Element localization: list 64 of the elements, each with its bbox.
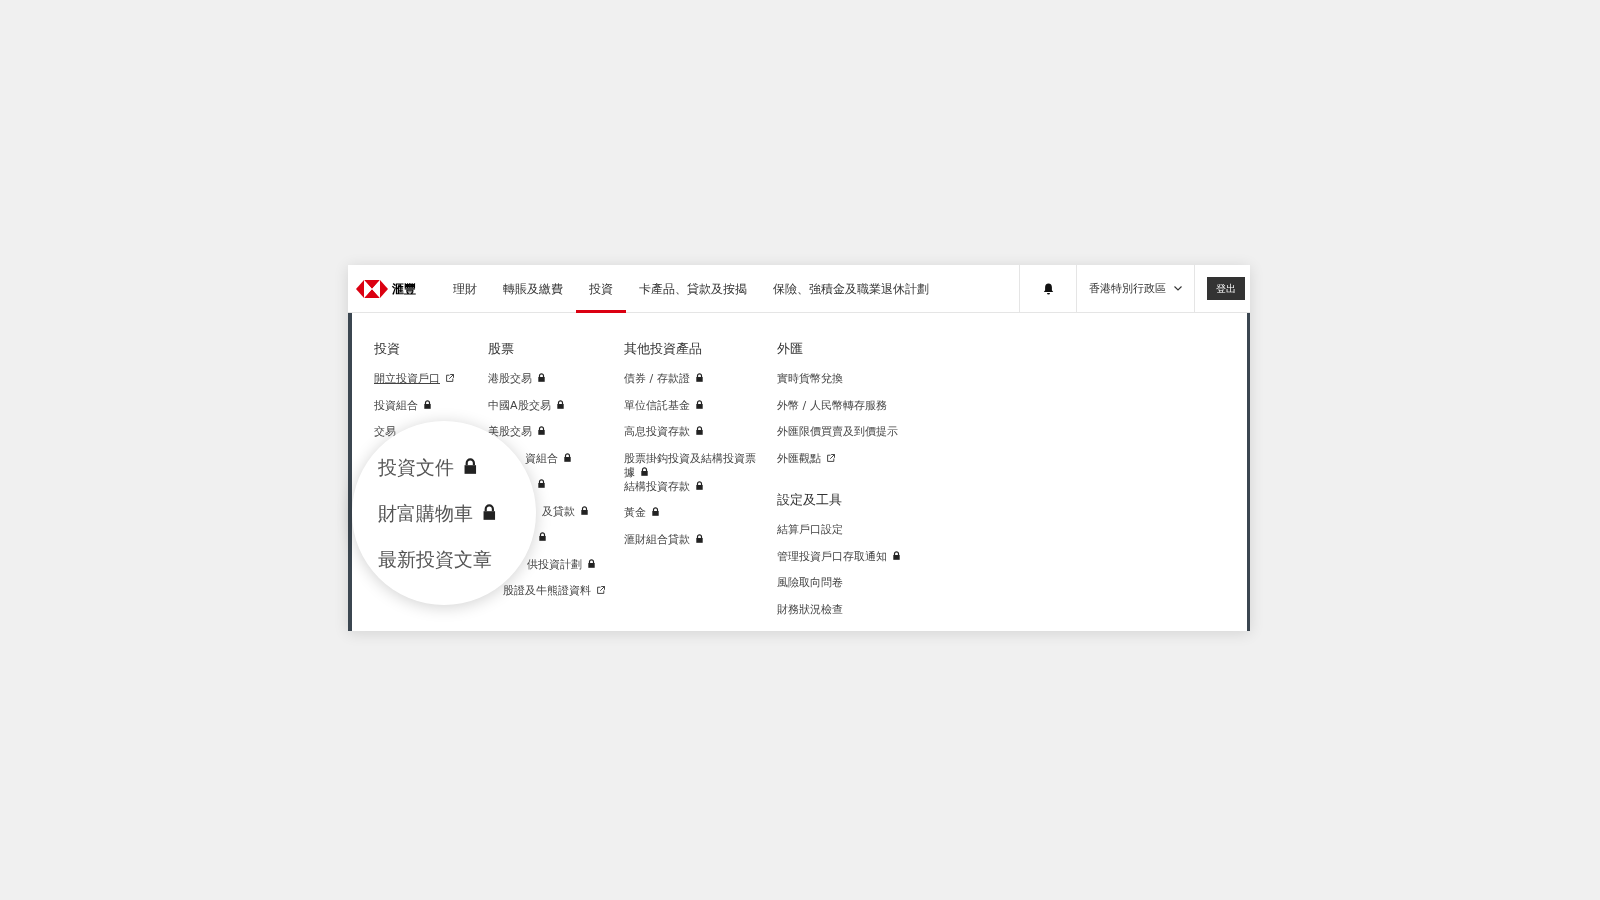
menu-link[interactable]: 股票掛鈎投資及結構投資票據 xyxy=(624,451,757,480)
menu-link[interactable]: 實時貨幣兌換 xyxy=(777,372,843,386)
menu-link[interactable]: 開立投資戶口 xyxy=(374,372,454,386)
lock-icon xyxy=(424,399,431,409)
chevron-down-icon xyxy=(1174,286,1182,291)
menu-link[interactable]: 中國A股交易 xyxy=(488,398,564,413)
lock-icon xyxy=(538,373,545,382)
menu-heading: 其他投資產品 xyxy=(624,340,703,356)
menu-heading: 設定及工具 xyxy=(777,491,843,507)
lock-icon xyxy=(893,550,900,560)
menu-heading: 股票 xyxy=(488,340,515,356)
lock-icon[interactable] xyxy=(538,532,546,541)
menu-heading: 投資 xyxy=(374,340,401,356)
menu-link[interactable]: 管理投資戶口存取通知 xyxy=(777,549,900,564)
logout-button[interactable]: 登出 xyxy=(1207,277,1245,300)
menu-link[interactable]: 外匯限價買賣及到價提示 xyxy=(777,425,898,439)
lock-icon xyxy=(581,505,588,515)
lock-icon[interactable] xyxy=(537,479,545,488)
menu-link[interactable]: 最新投資文章 xyxy=(378,545,492,575)
menu-heading: 外匯 xyxy=(777,340,804,356)
menu-link[interactable]: 高息投資存款 xyxy=(624,425,703,439)
lock-icon xyxy=(696,426,703,435)
lock-icon xyxy=(538,426,545,435)
lock-icon xyxy=(641,466,648,476)
menu-link[interactable]: 風險取向問卷 xyxy=(777,576,843,590)
lock-icon xyxy=(483,503,496,520)
menu-link[interactable]: 港股交易 xyxy=(488,372,545,386)
lock-icon xyxy=(564,452,572,462)
nav-tab[interactable]: 理財 xyxy=(440,264,490,313)
lock-icon xyxy=(696,533,703,543)
menu-link[interactable]: 結算戶口設定 xyxy=(777,523,843,537)
nav-tab[interactable]: 轉賬及繳費 xyxy=(490,264,576,313)
menu-link[interactable]: 財務狀況檢查 xyxy=(777,602,843,617)
logo-icon xyxy=(356,279,388,298)
menu-link[interactable]: 外幣 / 人民幣轉存服務 xyxy=(777,398,887,413)
lock-icon xyxy=(556,399,564,409)
external-link-icon xyxy=(827,453,835,462)
menu-link[interactable]: 股證及牛熊證資料 xyxy=(503,584,606,598)
lock-icon xyxy=(696,480,703,490)
menu-link[interactable]: 滙財組合貸款 xyxy=(624,532,703,547)
nav-tab[interactable]: 投資 xyxy=(576,264,626,313)
menu-link[interactable]: 投資組合 xyxy=(374,398,431,413)
lock-icon xyxy=(464,457,477,474)
menu-link[interactable]: 外匯觀點 xyxy=(777,451,835,466)
logo-text: 滙豐 xyxy=(392,280,416,298)
menu-link[interactable]: 及貸款 xyxy=(542,504,588,519)
menu-link[interactable]: 投資文件 xyxy=(378,453,477,483)
lock-icon xyxy=(695,373,703,382)
menu-link[interactable]: 黃金 xyxy=(624,506,659,520)
lock-icon xyxy=(652,507,659,516)
region-dropdown[interactable]: 香港特別行政區 xyxy=(1077,265,1194,312)
menu-link[interactable]: 結構投資存款 xyxy=(624,479,703,494)
nav-tab[interactable]: 保險、強積金及職業退休計劃 xyxy=(760,264,942,313)
lock-icon xyxy=(696,399,703,409)
menu-link[interactable]: 供投資計劃 xyxy=(527,557,596,572)
external-link-icon xyxy=(597,586,606,594)
nav-tab[interactable]: 卡產品、貸款及按揭 xyxy=(626,264,760,313)
menu-link[interactable]: 交易 xyxy=(374,425,396,439)
menu-link[interactable]: 債券 / 存款證 xyxy=(624,372,703,386)
menu-link[interactable]: 單位信託基金 xyxy=(624,398,703,413)
external-link-icon xyxy=(446,374,454,382)
lock-icon xyxy=(588,558,596,568)
menu-link[interactable]: 資組合 xyxy=(525,451,572,466)
menu-link[interactable]: 財富購物車 xyxy=(378,499,496,529)
